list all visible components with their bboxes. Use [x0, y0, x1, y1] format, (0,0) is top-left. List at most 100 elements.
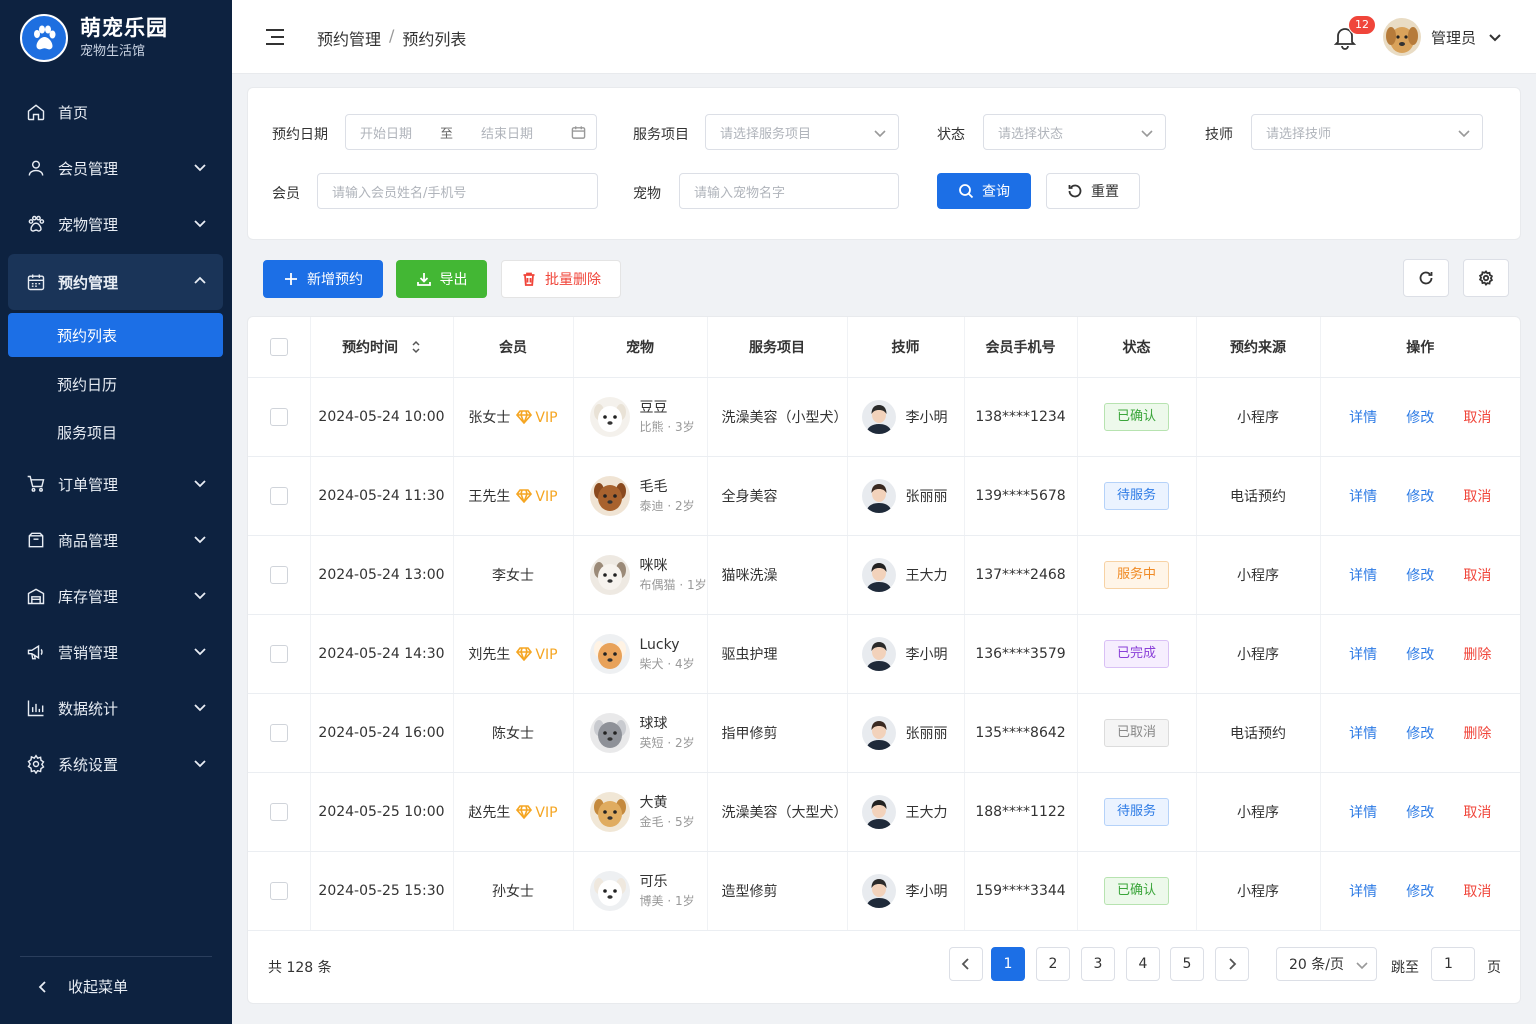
chevron-down-icon[interactable] [1488, 30, 1502, 44]
cancel-link[interactable]: 取消 [1463, 881, 1491, 901]
edit-link[interactable]: 修改 [1406, 486, 1434, 506]
export-button[interactable]: 导出 [396, 260, 487, 298]
tech-name: 王大力 [905, 567, 948, 584]
row-checkbox[interactable] [269, 565, 288, 584]
prev-page-button[interactable] [949, 947, 983, 981]
collapse-menu-button[interactable]: 收起菜单 [20, 956, 212, 1016]
sidebar-subitem-appointment-calendar[interactable]: 预约日历 [8, 360, 223, 408]
column-header-time[interactable]: 预约时间 [310, 317, 454, 378]
breadcrumb-item-appointments[interactable]: 预约管理 [317, 26, 381, 50]
chevron-down-icon [194, 480, 206, 488]
detail-link[interactable]: 详情 [1349, 486, 1377, 506]
batch-delete-button[interactable]: 批量删除 [501, 260, 621, 298]
pet-search-input[interactable]: 请输入宠物名字 [679, 173, 899, 209]
calendar-icon [571, 126, 586, 139]
pet-breed-age: 博美 · 1岁 [639, 893, 695, 908]
row-checkbox[interactable] [269, 723, 288, 742]
sidebar-item-inventory[interactable]: 库存管理 [8, 568, 223, 624]
member-name[interactable]: 王先生 [468, 489, 510, 505]
sidebar-item-appointments[interactable]: 预约管理 [8, 254, 223, 310]
table-settings-button[interactable] [1463, 259, 1509, 297]
page-button-5[interactable]: 5 [1170, 947, 1204, 981]
pet-cell: 可乐 博美 · 1岁 [573, 851, 708, 931]
sidebar-item-statistics[interactable]: 数据统计 [8, 680, 223, 736]
sidebar-item-label: 数据统计 [58, 699, 119, 718]
status-select[interactable]: 请选择状态 [983, 114, 1166, 150]
sidebar-item-settings[interactable]: 系统设置 [8, 736, 223, 792]
sidebar-item-label: 会员管理 [58, 159, 119, 178]
page-size-select[interactable]: 20 条/页 [1276, 947, 1377, 981]
member-name[interactable]: 张女士 [468, 410, 510, 426]
detail-link[interactable]: 详情 [1349, 802, 1377, 822]
chevron-left-icon [38, 980, 46, 993]
select-all-checkbox[interactable] [269, 337, 288, 356]
next-page-button[interactable] [1215, 947, 1249, 981]
date-range-picker[interactable]: 开始日期 至 结束日期 [345, 114, 597, 150]
refresh-button[interactable] [1403, 259, 1449, 297]
sidebar-subitem-services[interactable]: 服务项目 [8, 408, 223, 456]
edit-link[interactable]: 修改 [1406, 881, 1434, 901]
edit-link[interactable]: 修改 [1406, 644, 1434, 664]
avatar[interactable] [1383, 18, 1421, 56]
edit-link[interactable]: 修改 [1406, 802, 1434, 822]
sort-icon[interactable] [411, 340, 421, 354]
chevron-down-icon [194, 164, 206, 172]
detail-link[interactable]: 详情 [1349, 881, 1377, 901]
start-date-placeholder: 开始日期 [360, 126, 413, 142]
sidebar-item-orders[interactable]: 订单管理 [8, 456, 223, 512]
service-select[interactable]: 请选择服务项目 [705, 114, 899, 150]
detail-link[interactable]: 详情 [1349, 407, 1377, 427]
booking-source: 小程序 [1196, 535, 1321, 615]
tech-select-placeholder: 请选择技师 [1266, 126, 1332, 142]
member-name[interactable]: 李女士 [492, 568, 534, 584]
edit-link[interactable]: 修改 [1406, 565, 1434, 585]
actions-cell: 详情 修改 取消 [1320, 851, 1520, 931]
cancel-link[interactable]: 取消 [1463, 407, 1491, 427]
sidebar-item-label: 订单管理 [58, 475, 119, 494]
menu-toggle-icon[interactable] [264, 26, 286, 48]
cancel-link[interactable]: 取消 [1463, 565, 1491, 585]
delete-link[interactable]: 删除 [1463, 723, 1491, 743]
status-cell: 已完成 [1077, 614, 1197, 694]
member-search-input[interactable]: 请输入会员姓名/手机号 [317, 173, 598, 209]
sidebar-subitem-appointment-list[interactable]: 预约列表 [8, 313, 223, 357]
sidebar-item-members[interactable]: 会员管理 [8, 140, 223, 196]
sidebar-item-products[interactable]: 商品管理 [8, 512, 223, 568]
cancel-link[interactable]: 取消 [1463, 486, 1491, 506]
page-button-3[interactable]: 3 [1081, 947, 1115, 981]
sidebar-item-marketing[interactable]: 营销管理 [8, 624, 223, 680]
row-checkbox[interactable] [269, 881, 288, 900]
sidebar-item-pets[interactable]: 宠物管理 [8, 196, 223, 252]
cancel-link[interactable]: 取消 [1463, 802, 1491, 822]
page-button-1[interactable]: 1 [991, 947, 1025, 981]
detail-link[interactable]: 详情 [1349, 723, 1377, 743]
brand-name: 萌宠乐园 [80, 16, 168, 40]
home-icon [27, 104, 45, 121]
member-name[interactable]: 刘先生 [468, 647, 510, 663]
edit-link[interactable]: 修改 [1406, 723, 1434, 743]
tech-select[interactable]: 请选择技师 [1251, 114, 1483, 150]
row-checkbox[interactable] [269, 407, 288, 426]
chevron-down-icon [194, 592, 206, 600]
row-checkbox[interactable] [269, 486, 288, 505]
add-appointment-button[interactable]: 新增预约 [263, 260, 383, 298]
row-checkbox[interactable] [269, 644, 288, 663]
user-name[interactable]: 管理员 [1431, 27, 1476, 48]
delete-link[interactable]: 删除 [1463, 644, 1491, 664]
row-checkbox[interactable] [269, 802, 288, 821]
detail-link[interactable]: 详情 [1349, 644, 1377, 664]
sidebar-item-home[interactable]: 首页 [8, 84, 223, 140]
page-button-4[interactable]: 4 [1126, 947, 1160, 981]
column-header-source: 预约来源 [1196, 317, 1321, 378]
detail-link[interactable]: 详情 [1349, 565, 1377, 585]
search-button[interactable]: 查询 [937, 173, 1031, 209]
jump-page-input[interactable]: 1 [1431, 947, 1475, 981]
member-name[interactable]: 陈女士 [492, 726, 534, 742]
sidebar-menu: 首页 会员管理 宠物管理 预约管理 预约列表 预约日历 服务项目 订单管理 商品… [8, 84, 223, 792]
member-name[interactable]: 孙女士 [492, 884, 534, 900]
page-button-2[interactable]: 2 [1036, 947, 1070, 981]
member-name[interactable]: 赵先生 [468, 805, 510, 821]
edit-link[interactable]: 修改 [1406, 407, 1434, 427]
reset-button[interactable]: 重置 [1046, 173, 1140, 209]
chevron-down-icon [1356, 962, 1368, 970]
